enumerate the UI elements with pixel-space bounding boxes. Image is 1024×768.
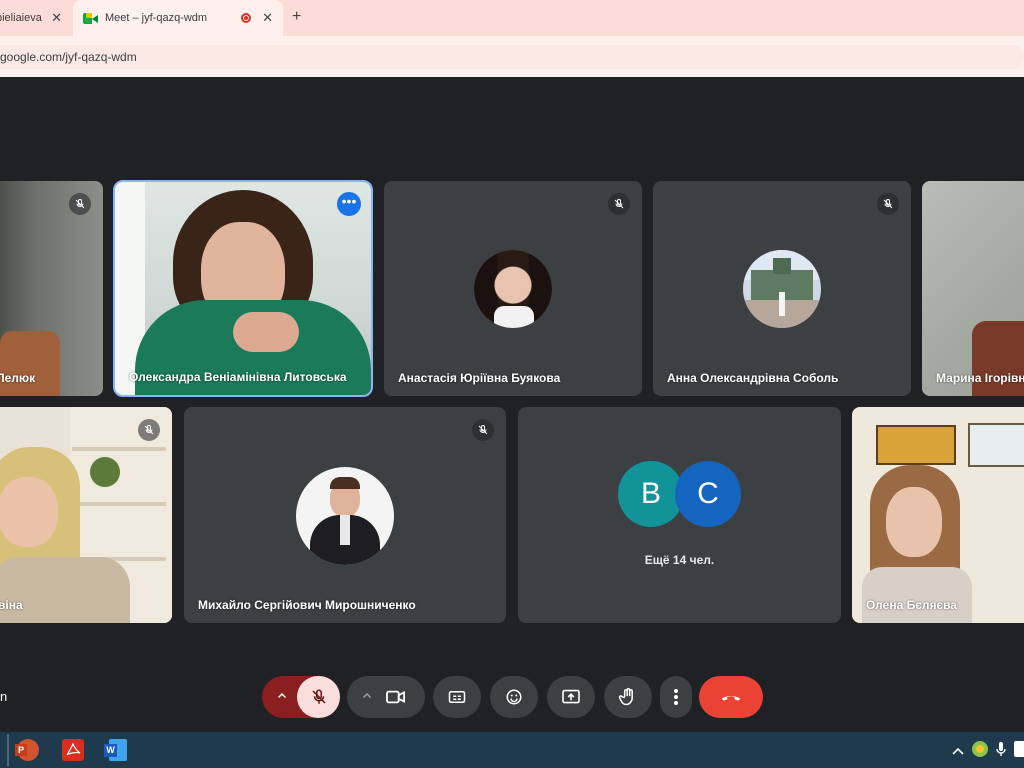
chevron-up-icon[interactable] [952,743,964,761]
participant-tile[interactable]: Олена Бєляєва [852,407,1024,623]
participant-tile[interactable]: Марина Ігорівн [922,181,1024,396]
present-icon [562,689,580,704]
mic-off-icon [608,193,630,215]
powerpoint-icon[interactable]: P [15,739,39,761]
participant-name: Михайло Сергійович Мирошниченко [198,598,416,612]
camera-icon [386,690,405,704]
camera-button[interactable] [385,688,407,711]
participant-tile[interactable]: Пелюк [0,181,103,396]
mic-off-icon [877,193,899,215]
url-field[interactable]: google.com/jyf-qazq-wdm [0,45,1024,69]
avatar-letter: С [675,461,741,527]
meeting-details-label: n [0,689,8,704]
meet-logo-icon [83,12,98,24]
participant-name: Олександра Веніамінівна Литовська [129,370,347,384]
more-participants-count: Ещё 14 чел. [644,553,715,567]
tab-bar: pieliaieva ✕ Meet – jyf-qazq-wdm ✕ + [0,0,1024,36]
participant-tile[interactable]: Анна Олександрівна Соболь [653,181,911,396]
emoji-icon [506,689,522,705]
participant-name: Анастасія Юріївна Буякова [398,371,561,385]
end-call-button[interactable] [699,676,763,718]
video-control-group [347,676,425,718]
captions-button[interactable] [433,676,481,718]
participant-tile[interactable]: Анастасія Юріївна Буякова [384,181,642,396]
microphone-icon[interactable] [996,741,1006,762]
close-icon[interactable]: ✕ [51,10,62,26]
word-icon[interactable]: W [104,739,127,761]
participant-name: віна [0,598,23,612]
acrobat-icon[interactable] [62,739,84,761]
avatar [474,250,552,328]
more-options-button[interactable] [660,676,692,718]
chevron-up-icon[interactable] [361,689,373,707]
windows-taskbar [0,732,1024,768]
chevron-up-icon[interactable] [276,689,288,707]
more-vert-icon [674,689,678,705]
mic-off-button[interactable] [297,676,340,718]
reactions-button[interactable] [490,676,538,718]
new-tab-button[interactable]: + [292,8,301,26]
mic-off-icon [311,689,326,704]
avatar [296,467,394,565]
taskbar-divider [7,734,9,766]
participant-name: Пелюк [0,371,36,385]
tab-label: pieliaieva [0,12,42,24]
more-options-button[interactable]: ••• [337,192,361,216]
security-icon[interactable] [972,741,988,757]
more-participants-tile[interactable]: В С Ещё 14 чел. [518,407,841,623]
mic-off-icon [472,419,494,441]
participant-name: Марина Ігорівн [936,371,1024,385]
raise-hand-button[interactable] [604,676,652,718]
recording-icon [241,13,251,23]
close-icon[interactable]: ✕ [262,10,273,26]
participant-tile-active[interactable]: ••• Олександра Веніамінівна Литовська [113,180,373,397]
avatar [743,250,821,328]
participant-tile[interactable]: Михайло Сергійович Мирошниченко [184,407,506,623]
address-bar: google.com/jyf-qazq-wdm [0,36,1024,77]
mic-off-icon [69,193,91,215]
audio-control-group [262,676,340,718]
captions-icon [448,691,466,703]
raise-hand-icon [618,687,633,706]
participant-name: Анна Олександрівна Соболь [667,371,839,385]
participant-name: Олена Бєляєва [866,598,957,612]
end-call-icon [721,696,741,701]
participant-tile[interactable]: віна [0,407,172,623]
tab-meet[interactable]: Meet – jyf-qazq-wdm ✕ [73,0,283,36]
mic-off-icon [138,419,160,441]
tab-pieliaieva[interactable]: pieliaieva ✕ [0,0,70,36]
network-icon[interactable] [1014,741,1024,757]
present-button[interactable] [547,676,595,718]
tab-label: Meet – jyf-qazq-wdm [105,12,208,24]
